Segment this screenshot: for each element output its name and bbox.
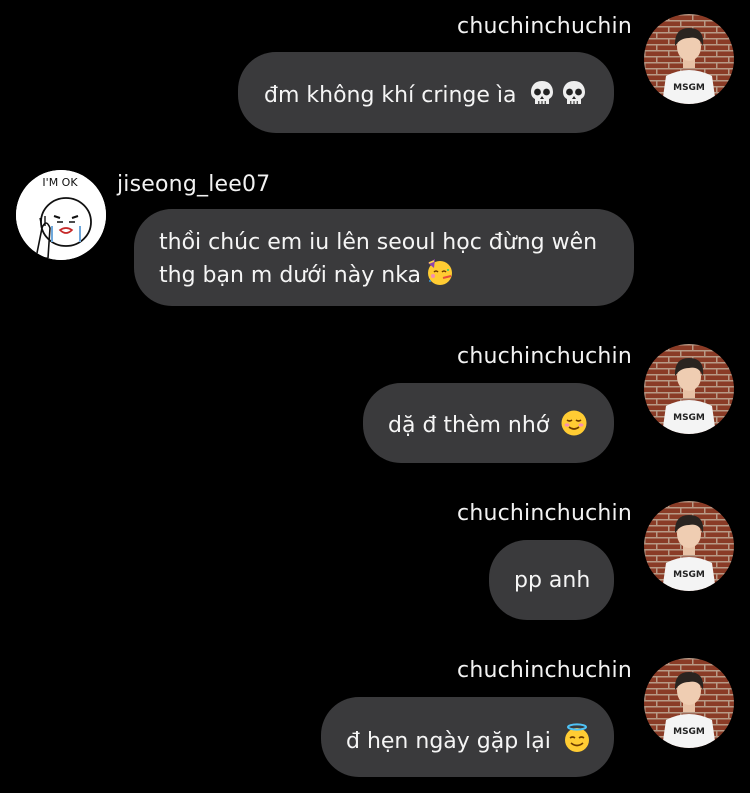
avatar[interactable]: MSGM <box>644 344 734 434</box>
username-label[interactable]: chuchinchuchin <box>457 344 632 369</box>
message-bubble[interactable]: dặ đ thèm nhớ <box>363 383 614 463</box>
smiling-face-emoji <box>560 409 588 445</box>
avatar-caption: I'M OK <box>42 176 78 189</box>
shirt-text: MSGM <box>673 83 705 93</box>
username-label[interactable]: chuchinchuchin <box>457 658 632 683</box>
message-text-line-2: thg bạn m dưới này nka <box>159 257 634 295</box>
shirt-text: MSGM <box>673 413 705 423</box>
avatar[interactable]: I'M OK <box>16 170 106 260</box>
shirt-text: MSGM <box>673 570 705 580</box>
username-label[interactable]: chuchinchuchin <box>457 501 632 526</box>
skull-emoji <box>560 79 588 115</box>
message-text-line-2-text: thg bạn m dưới này nka <box>159 263 422 288</box>
message-text: dặ đ thèm nhớ <box>388 413 550 438</box>
message-bubble[interactable]: thồi chúc em iu lên seoul học đừng wên t… <box>134 209 634 306</box>
username-label[interactable]: jiseong_lee07 <box>117 172 270 197</box>
username-label[interactable]: chuchinchuchin <box>457 14 632 39</box>
message-text-line-1: thồi chúc em iu lên seoul học đừng wên <box>159 230 598 255</box>
skull-emoji <box>528 79 556 115</box>
message-bubble[interactable]: đ hẹn ngày gặp lại <box>321 697 614 777</box>
avatar[interactable]: MSGM <box>644 501 734 591</box>
message-text: đ hẹn ngày gặp lại <box>346 729 551 754</box>
partying-face-emoji <box>425 257 455 295</box>
avatar[interactable]: MSGM <box>644 658 734 748</box>
message-bubble[interactable]: pp anh <box>489 540 614 620</box>
halo-face-emoji <box>562 723 592 761</box>
avatar[interactable]: MSGM <box>644 14 734 104</box>
message-text: đm không khí cringe ìa <box>264 83 517 108</box>
shirt-text: MSGM <box>673 727 705 737</box>
message-bubble[interactable]: đm không khí cringe ìa <box>238 52 614 133</box>
message-text: pp anh <box>514 568 591 593</box>
